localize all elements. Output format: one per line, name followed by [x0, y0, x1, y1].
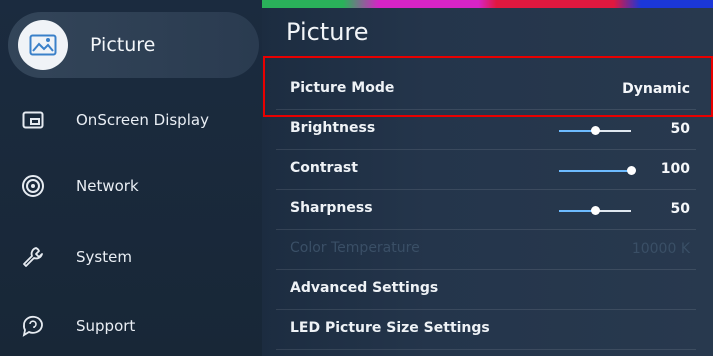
row-label: LED Picture Size Settings [290, 320, 490, 336]
support-icon [18, 311, 48, 341]
row-label: Contrast [290, 160, 358, 176]
row-value: 50 [670, 121, 690, 137]
row-contrast[interactable]: Contrast 100 [276, 150, 696, 190]
row-value: 100 [660, 161, 690, 177]
slider-knob[interactable] [591, 126, 600, 135]
row-value: 10000 K [631, 241, 690, 257]
sidebar-item-onscreen-display[interactable]: OnScreen Display [18, 100, 258, 140]
slider-knob[interactable] [591, 206, 600, 215]
slider-fill [559, 130, 595, 132]
sidebar-item-label: System [76, 248, 132, 266]
tv-screen: Picture OnScreen Display Network System … [0, 0, 713, 356]
sharpness-slider[interactable] [559, 206, 631, 215]
highlight-box [263, 56, 713, 117]
row-advanced-settings[interactable]: Advanced Settings [276, 270, 696, 310]
color-strip [262, 0, 713, 8]
wrench-icon [18, 242, 48, 272]
row-label: Sharpness [290, 200, 373, 216]
sidebar-item-support[interactable]: Support [18, 306, 258, 346]
brightness-slider[interactable] [559, 126, 631, 135]
row-color-temperature: Color Temperature 10000 K [276, 230, 696, 270]
network-icon [18, 171, 48, 201]
panel-title: Picture [286, 18, 369, 46]
sidebar-item-label: Support [76, 317, 136, 335]
settings-sidebar: Picture OnScreen Display Network System … [0, 0, 262, 356]
sidebar-item-system[interactable]: System [18, 237, 258, 277]
sidebar-item-network[interactable]: Network [18, 166, 258, 206]
slider-knob[interactable] [627, 166, 636, 175]
row-led-picture-size-settings[interactable]: LED Picture Size Settings [276, 310, 696, 350]
sidebar-item-picture[interactable]: Picture [8, 12, 259, 78]
row-label: Advanced Settings [290, 280, 439, 296]
sidebar-item-label: OnScreen Display [76, 111, 209, 129]
contrast-slider[interactable] [559, 166, 636, 175]
row-sharpness[interactable]: Sharpness 50 [276, 190, 696, 230]
sidebar-item-label: Network [76, 177, 139, 195]
row-value: 50 [670, 201, 690, 217]
row-label: Brightness [290, 120, 376, 136]
onscreen-display-icon [18, 105, 48, 135]
picture-icon [18, 20, 68, 70]
sidebar-item-label: Picture [90, 34, 156, 56]
slider-fill [559, 210, 595, 212]
slider-fill [559, 170, 631, 172]
row-label: Color Temperature [290, 240, 420, 256]
